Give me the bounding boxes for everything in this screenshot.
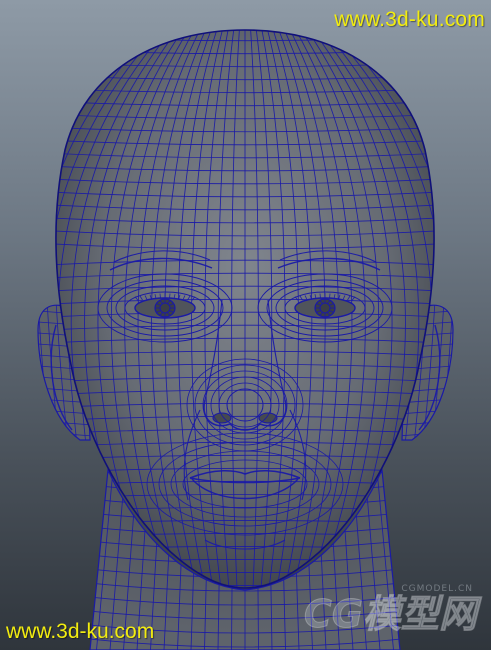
watermark-top-url: www.3d-ku.com [334, 8, 485, 31]
watermark-cg-logo: CG模型网 [303, 592, 477, 637]
watermark-bottom-url: www.3d-ku.com [6, 620, 155, 643]
3d-viewport[interactable]: www.3d-ku.com CGMODEL.CN CG模型网 www.3d-ku… [0, 0, 491, 650]
head-mesh-render [37, 29, 454, 650]
head-mesh [55, 29, 435, 589]
